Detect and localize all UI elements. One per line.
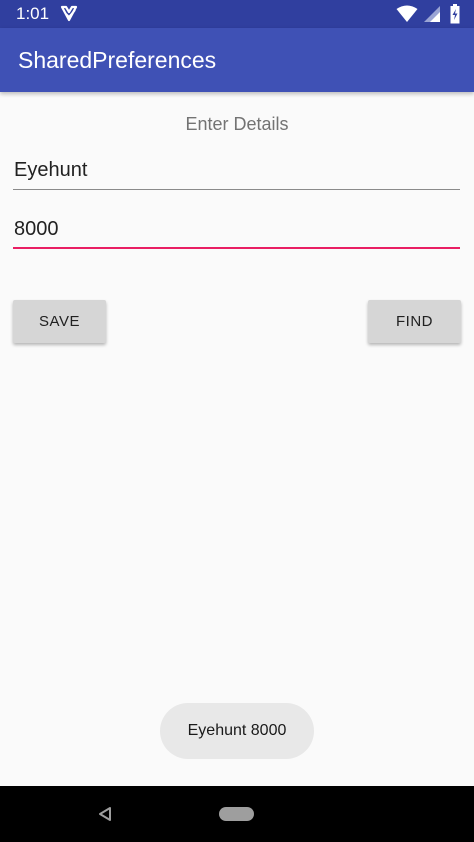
cell-signal-icon [424,6,440,22]
navigation-bar [0,786,474,842]
battery-charging-icon [450,4,460,24]
app-bar: SharedPreferences [0,28,474,92]
number-input[interactable] [13,211,460,249]
name-input[interactable] [13,152,460,190]
wifi-icon [396,5,418,22]
app-title: SharedPreferences [18,47,217,73]
back-triangle-icon[interactable] [97,806,113,822]
status-time: 1:01 [16,4,50,23]
save-button[interactable]: SAVE [13,300,106,343]
home-pill-icon[interactable] [219,807,254,821]
enter-details-heading: Enter Details [185,114,289,134]
toast-message: Eyehunt 8000 [160,703,314,759]
check-notification-icon [60,5,78,22]
find-button[interactable]: FIND [368,300,461,343]
status-bar: 1:01 [0,0,474,28]
